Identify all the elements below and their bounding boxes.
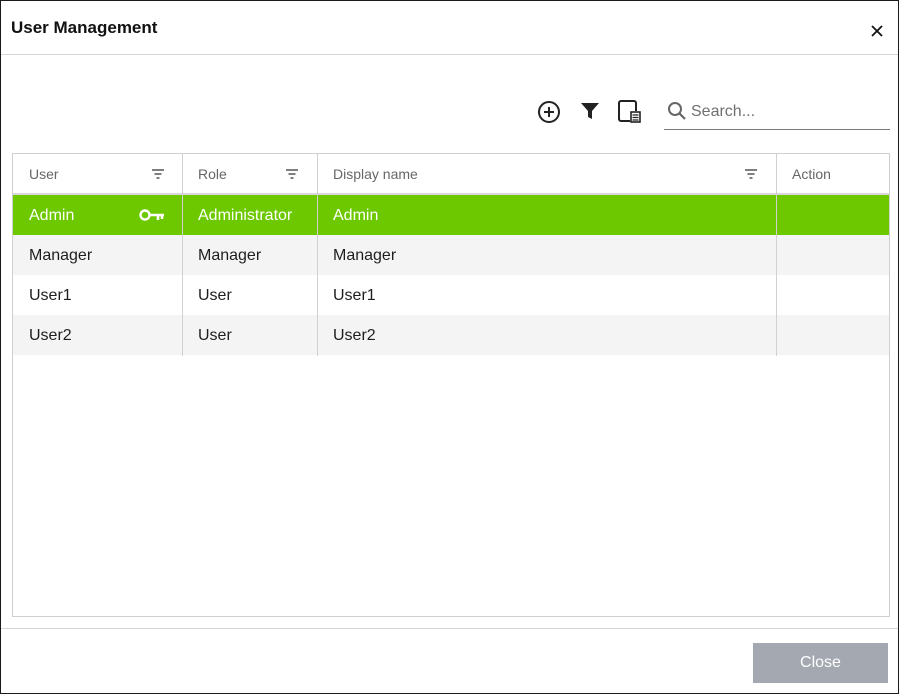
column-header-label: Action (792, 166, 831, 182)
cell-user: Admin (29, 207, 75, 224)
user-management-dialog: User Management Search... User Role Disp… (0, 0, 899, 694)
dialog-titlebar: User Management (1, 1, 898, 55)
cell-role: User (198, 287, 232, 304)
cell-role: Manager (198, 247, 262, 264)
dialog-title: User Management (11, 18, 158, 37)
cell-display-name: User1 (333, 287, 376, 304)
column-header-label: User (29, 166, 59, 182)
column-filter-icon[interactable] (285, 167, 299, 185)
search-box (664, 96, 890, 130)
column-header-display-name[interactable]: Display name (317, 154, 776, 193)
column-filter-icon[interactable] (744, 167, 758, 185)
users-table: User Role Display name Action Admin Admi… (12, 153, 890, 617)
cell-user: Manager (29, 247, 93, 264)
column-chooser-icon[interactable] (617, 99, 643, 125)
cell-role: User (198, 327, 232, 344)
key-icon (139, 208, 165, 227)
table-row[interactable]: User1 User User1 (13, 275, 889, 315)
cell-display-name: Admin (333, 207, 379, 224)
column-header-user[interactable]: User (13, 154, 182, 193)
column-header-role[interactable]: Role (182, 154, 317, 193)
column-header-label: Display name (333, 166, 418, 182)
column-divider[interactable] (182, 154, 183, 356)
search-icon (668, 102, 686, 120)
column-divider[interactable] (317, 154, 318, 356)
column-header-action: Action (776, 154, 889, 193)
column-filter-icon[interactable] (151, 167, 165, 185)
table-row[interactable]: Manager Manager Manager (13, 235, 889, 275)
footer-divider (1, 628, 898, 629)
filter-icon[interactable] (579, 100, 601, 122)
table-header: User Role Display name Action (13, 154, 889, 195)
column-divider[interactable] (776, 154, 777, 356)
cell-display-name: Manager (333, 247, 397, 264)
table-row[interactable]: User2 User User2 (13, 315, 889, 355)
cell-role: Administrator (198, 207, 293, 224)
close-button[interactable]: Close (753, 643, 888, 683)
cell-user: User2 (29, 327, 72, 344)
column-header-label: Role (198, 166, 227, 182)
cell-user: User1 (29, 287, 72, 304)
add-circle-icon[interactable] (536, 99, 562, 125)
table-row[interactable]: Admin Administrator Admin (13, 195, 889, 235)
close-icon[interactable] (867, 21, 887, 41)
cell-display-name: User2 (333, 327, 376, 344)
search-input[interactable] (691, 99, 887, 125)
